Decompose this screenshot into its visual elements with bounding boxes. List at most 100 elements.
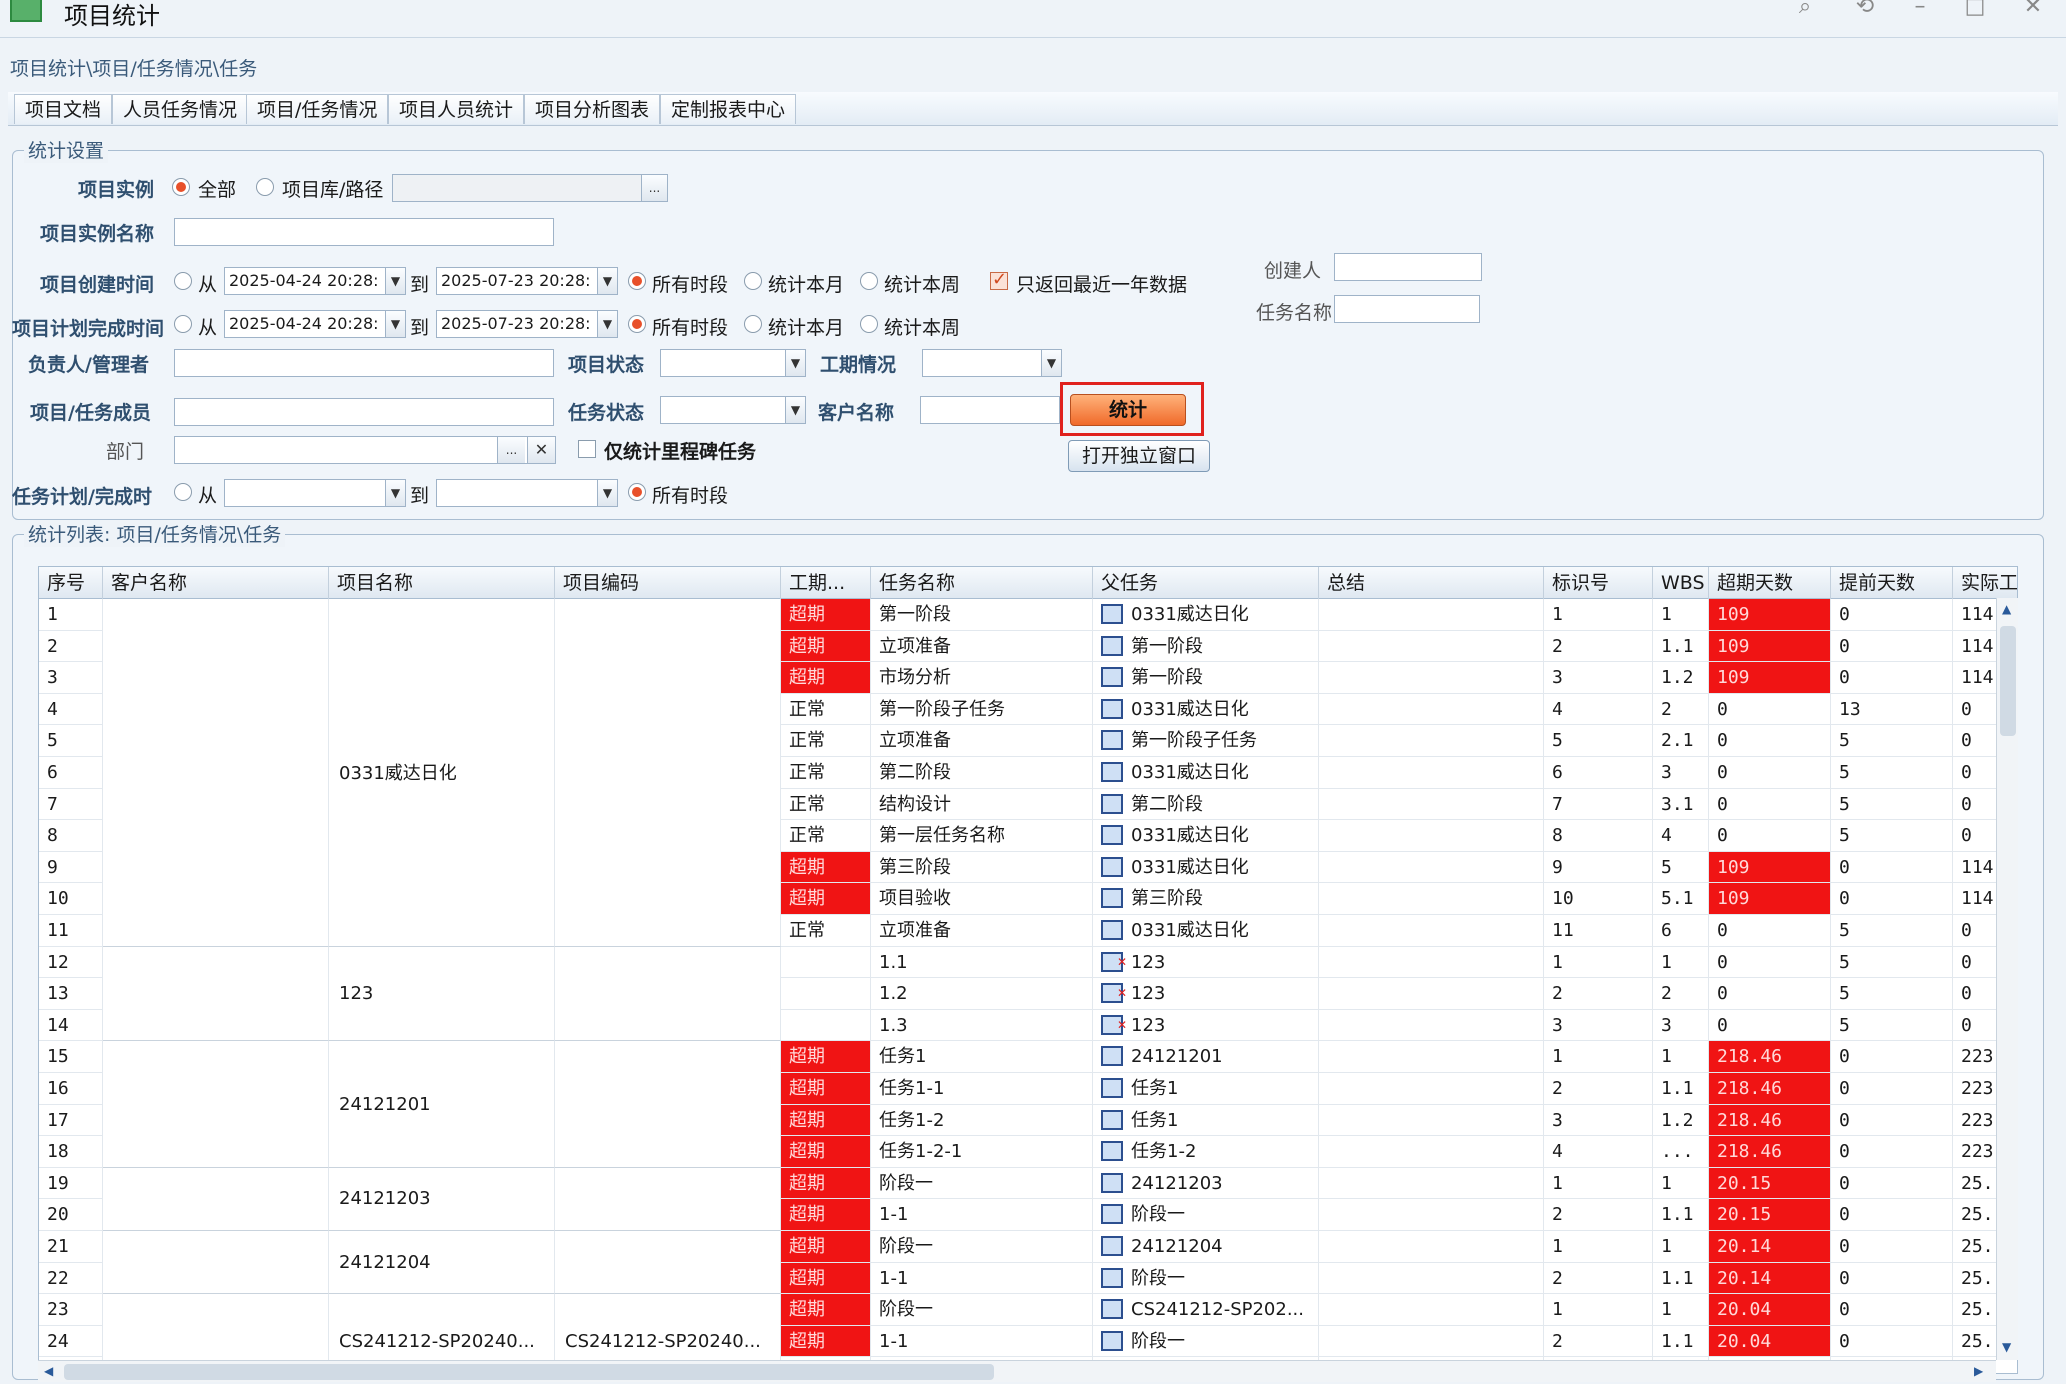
plan-range-radio[interactable] bbox=[174, 315, 192, 333]
task-time-range-radio[interactable] bbox=[174, 483, 192, 501]
scroll-right-icon[interactable]: ▶ bbox=[1974, 1364, 1983, 1378]
cell-parent: 0331威达日化 bbox=[1093, 851, 1319, 884]
customer-input[interactable] bbox=[920, 396, 1060, 424]
close-icon[interactable]: ✕ bbox=[2018, 0, 2048, 19]
cell-text: 1-1 bbox=[879, 1267, 909, 1289]
stat-button[interactable]: 统计 bbox=[1070, 394, 1186, 426]
instance-path-input[interactable]: ... bbox=[392, 174, 668, 202]
browse-button[interactable]: ... bbox=[641, 175, 667, 201]
create-time-range-radio[interactable] bbox=[174, 272, 192, 290]
horizontal-scrollbar[interactable]: ◀ ▶ bbox=[38, 1360, 1996, 1382]
cell-text: 3 bbox=[1552, 1109, 1563, 1131]
maximize-icon[interactable]: □ bbox=[1960, 0, 1990, 19]
minimize-icon[interactable]: – bbox=[1905, 0, 1935, 19]
department-input[interactable]: ... ✕ bbox=[174, 436, 556, 464]
cell-overdue: 218.46 bbox=[1709, 1041, 1831, 1073]
member-input[interactable] bbox=[174, 398, 554, 426]
creator-input[interactable] bbox=[1334, 253, 1482, 281]
chevron-down-icon[interactable]: ▼ bbox=[385, 268, 405, 294]
chevron-down-icon[interactable]: ▼ bbox=[597, 480, 617, 506]
chevron-down-icon[interactable]: ▼ bbox=[597, 311, 617, 337]
cell-text: 4 bbox=[47, 698, 58, 720]
tab-project-docs[interactable]: 项目文档 bbox=[14, 94, 113, 124]
owner-input[interactable] bbox=[174, 349, 554, 377]
pin-icon[interactable]: ⟲ bbox=[1850, 0, 1880, 19]
browse-button[interactable]: ... bbox=[497, 437, 525, 463]
schedule-status-select[interactable]: ▼ bbox=[922, 349, 1062, 377]
cell-text: 24 bbox=[47, 1330, 69, 1352]
cell-wbs: 2 bbox=[1653, 693, 1709, 726]
scroll-up-icon[interactable]: ▲ bbox=[2002, 602, 2011, 616]
milestone-only-checkbox[interactable] bbox=[578, 440, 596, 458]
cell-overdue: 0 bbox=[1709, 788, 1831, 821]
create-week-radio[interactable] bbox=[860, 272, 878, 290]
chevron-down-icon[interactable]: ▼ bbox=[385, 311, 405, 337]
column-header-project[interactable]: 项目名称 bbox=[329, 567, 555, 599]
cell-text: 第一层任务名称 bbox=[879, 825, 1005, 847]
search-icon[interactable]: ⌕ bbox=[1790, 0, 1820, 19]
task-from-label: 从 bbox=[198, 485, 218, 507]
open-window-button[interactable]: 打开独立窗口 bbox=[1068, 440, 1210, 472]
column-header-no[interactable]: 序号 bbox=[39, 567, 103, 599]
cell-text: 24121203 bbox=[1131, 1172, 1223, 1194]
column-header-summary[interactable]: 总结 bbox=[1319, 567, 1544, 599]
cell-text: 市场分析 bbox=[879, 667, 951, 689]
chevron-down-icon[interactable]: ▼ bbox=[597, 268, 617, 294]
cell-text: 任务1-2-1 bbox=[879, 1141, 963, 1163]
tab-custom-reports[interactable]: 定制报表中心 bbox=[660, 94, 797, 124]
instance-all-radio[interactable] bbox=[172, 178, 190, 196]
tab-analysis-charts[interactable]: 项目分析图表 bbox=[524, 94, 661, 124]
tab-project-staff[interactable]: 项目人员统计 bbox=[388, 94, 525, 124]
cell-text: 114 bbox=[1961, 888, 1994, 910]
task-name-input[interactable] bbox=[1334, 295, 1480, 323]
clear-icon[interactable]: ✕ bbox=[527, 437, 555, 463]
task-from-picker[interactable]: ▼ bbox=[224, 479, 406, 507]
cell-text: 8 bbox=[47, 825, 58, 847]
chevron-down-icon[interactable]: ▼ bbox=[785, 397, 805, 423]
scroll-down-icon[interactable]: ▼ bbox=[2002, 1340, 2011, 1354]
cell-summary bbox=[1319, 946, 1544, 979]
scroll-thumb[interactable] bbox=[64, 1364, 994, 1380]
cell-text: 0 bbox=[1961, 825, 1972, 847]
create-to-picker[interactable]: 2025-07-23 20:28: ▼ bbox=[436, 267, 618, 295]
create-all-radio[interactable] bbox=[628, 272, 646, 290]
project-status-select[interactable]: ▼ bbox=[660, 349, 806, 377]
cell-status: 正常 bbox=[781, 788, 871, 821]
column-header-actual[interactable]: 实际工 bbox=[1953, 567, 2017, 599]
column-header-overdue[interactable]: 超期天数 bbox=[1709, 567, 1831, 599]
column-header-early[interactable]: 提前天数 bbox=[1831, 567, 1953, 599]
cell-text: 0331威达日化 bbox=[1131, 825, 1249, 847]
task-status-select[interactable]: ▼ bbox=[660, 396, 806, 424]
vertical-scrollbar[interactable]: ▲ ▼ bbox=[1996, 598, 2018, 1360]
instance-lib-radio[interactable] bbox=[256, 178, 274, 196]
column-header-status[interactable]: 工期... bbox=[781, 567, 871, 599]
recent-only-checkbox[interactable] bbox=[990, 269, 1008, 290]
instance-name-input[interactable] bbox=[174, 218, 554, 246]
scroll-thumb[interactable] bbox=[2000, 626, 2016, 736]
cell-text: 1 bbox=[47, 604, 58, 625]
plan-from-picker[interactable]: 2025-04-24 20:28: ▼ bbox=[224, 310, 406, 338]
plan-week-radio[interactable] bbox=[860, 315, 878, 333]
cell-overdue: 20.14 bbox=[1709, 1231, 1831, 1263]
cell-task: 1-1 bbox=[871, 1262, 1093, 1295]
tab-project-tasks[interactable]: 项目/任务情况 bbox=[246, 94, 389, 124]
create-from-picker[interactable]: 2025-04-24 20:28: ▼ bbox=[224, 267, 406, 295]
create-month-radio[interactable] bbox=[744, 272, 762, 290]
column-header-code[interactable]: 项目编码 bbox=[555, 567, 781, 599]
column-header-customer[interactable]: 客户名称 bbox=[103, 567, 329, 599]
chevron-down-icon[interactable]: ▼ bbox=[1041, 350, 1061, 376]
column-header-parent[interactable]: 父任务 bbox=[1093, 567, 1319, 599]
tab-staff-tasks[interactable]: 人员任务情况 bbox=[112, 94, 249, 124]
plan-month-radio[interactable] bbox=[744, 315, 762, 333]
column-header-id[interactable]: 标识号 bbox=[1544, 567, 1653, 599]
plan-to-picker[interactable]: 2025-07-23 20:28: ▼ bbox=[436, 310, 618, 338]
plan-all-radio[interactable] bbox=[628, 315, 646, 333]
task-to-picker[interactable]: ▼ bbox=[436, 479, 618, 507]
column-header-wbs[interactable]: WBS bbox=[1653, 567, 1709, 599]
scroll-left-icon[interactable]: ◀ bbox=[44, 1364, 53, 1378]
task-all-radio[interactable] bbox=[628, 483, 646, 501]
chevron-down-icon[interactable]: ▼ bbox=[785, 350, 805, 376]
column-header-task[interactable]: 任务名称 bbox=[871, 567, 1093, 599]
cell-text: 超期 bbox=[789, 1109, 825, 1131]
chevron-down-icon[interactable]: ▼ bbox=[385, 480, 405, 506]
